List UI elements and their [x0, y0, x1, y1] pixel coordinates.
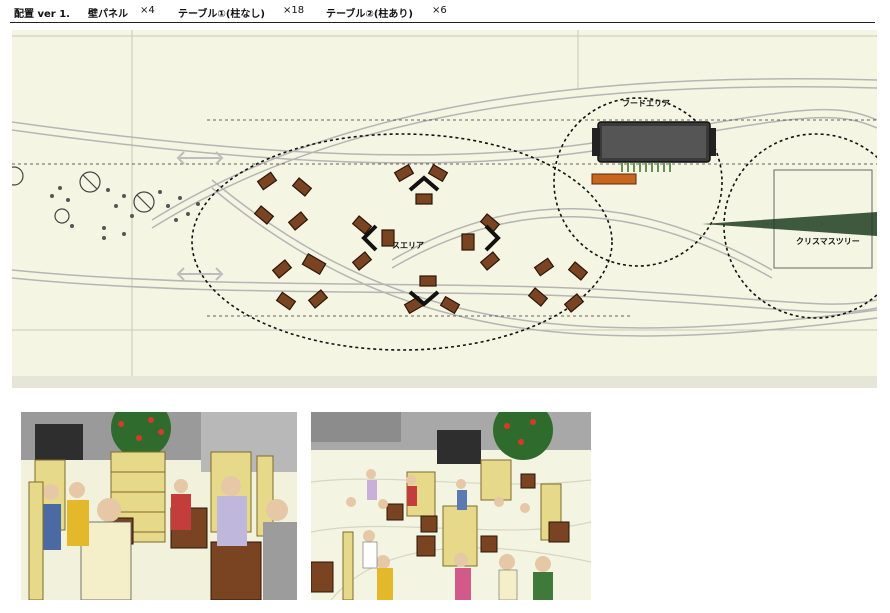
- seating-area-label: スエリア: [392, 241, 424, 250]
- plan-bottom-band: [12, 376, 877, 388]
- perspective-view-right: [311, 412, 591, 600]
- food-area-label: フードエリア: [622, 99, 670, 108]
- plan-background: [12, 30, 877, 388]
- perspective-view-left: [21, 412, 297, 600]
- wall-panel-label: 壁パネル: [88, 9, 128, 20]
- table2-count: ×6: [432, 5, 447, 16]
- tree-area-label: クリスマスツリー: [796, 236, 860, 246]
- page-header: 配置 ver 1. 壁パネル ×4 テーブル①(柱なし) ×18 テーブル②(柱…: [0, 0, 890, 24]
- table1-label: テーブル①(柱なし): [178, 9, 266, 20]
- layout-version: 配置 ver 1.: [14, 9, 70, 20]
- table2-label: テーブル②(柱あり): [326, 9, 414, 20]
- table1-count: ×18: [283, 5, 305, 16]
- floor-plan: スエリア フードエリア クリスマスツリー: [12, 30, 877, 388]
- wall-panel-count: ×4: [140, 5, 155, 16]
- header-divider: [10, 22, 875, 23]
